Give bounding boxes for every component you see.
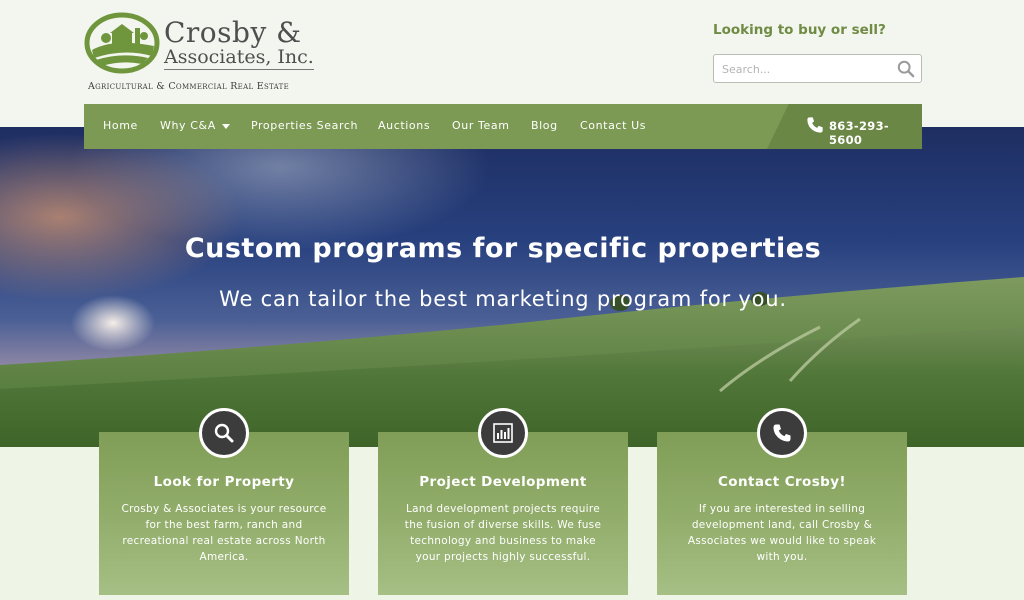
card-title: Look for Property (153, 474, 295, 490)
search-box (713, 54, 922, 83)
card-title: Contact Crosby! (717, 474, 846, 490)
card-contact-crosby[interactable]: Contact Crosby! If you are interested in… (657, 408, 907, 595)
card-badge (478, 408, 528, 458)
hero-banner: Custom programs for specific properties … (0, 127, 1024, 447)
site-logo[interactable]: Crosby & Associates, Inc. Agricultural &… (84, 12, 324, 94)
main-nav: Home Why C&A Properties Search Auctions … (84, 104, 922, 149)
nav-item-auctions[interactable]: Auctions (378, 119, 430, 132)
chevron-down-icon (221, 123, 230, 129)
chart-icon (493, 423, 513, 443)
nav-item-home[interactable]: Home (103, 119, 138, 132)
brand-tagline: Agricultural & Commercial Real Estate (88, 81, 289, 92)
card-look-for-property[interactable]: Look for Property Crosby & Associates is… (99, 408, 349, 595)
logo-divider (164, 69, 314, 70)
buy-sell-prompt: Looking to buy or sell? (713, 22, 886, 38)
nav-item-why[interactable]: Why C&A (160, 119, 230, 132)
card-badge (757, 408, 807, 458)
nav-item-our-team[interactable]: Our Team (452, 119, 510, 132)
card-badge (199, 408, 249, 458)
search-input[interactable] (722, 61, 892, 77)
phone-icon (807, 117, 823, 133)
card-text: Land development projects require the fu… (404, 503, 602, 563)
card-text: If you are interested in selling develop… (687, 503, 877, 563)
hero-subtitle: We can tailor the best marketing program… (219, 287, 787, 311)
card-title: Project Development (419, 474, 587, 490)
nav-item-contact-us[interactable]: Contact Us (580, 119, 646, 132)
nav-item-why-label: Why C&A (160, 119, 216, 132)
nav-phone-number[interactable]: 863-293-5600 (829, 119, 922, 147)
hero-title: Custom programs for specific properties (184, 233, 822, 264)
brand-name-line2: Associates, Inc. (164, 46, 314, 68)
phone-icon (773, 424, 791, 442)
nav-item-properties-search[interactable]: Properties Search (251, 119, 358, 132)
card-text: Crosby & Associates is your resource for… (121, 503, 327, 563)
search-icon[interactable] (897, 60, 915, 78)
search-icon (214, 423, 234, 443)
card-project-development[interactable]: Project Development Land development pro… (378, 408, 628, 595)
logo-farm-icon (84, 12, 160, 74)
brand-name-line1: Crosby & (164, 16, 302, 49)
nav-item-blog[interactable]: Blog (531, 119, 558, 132)
